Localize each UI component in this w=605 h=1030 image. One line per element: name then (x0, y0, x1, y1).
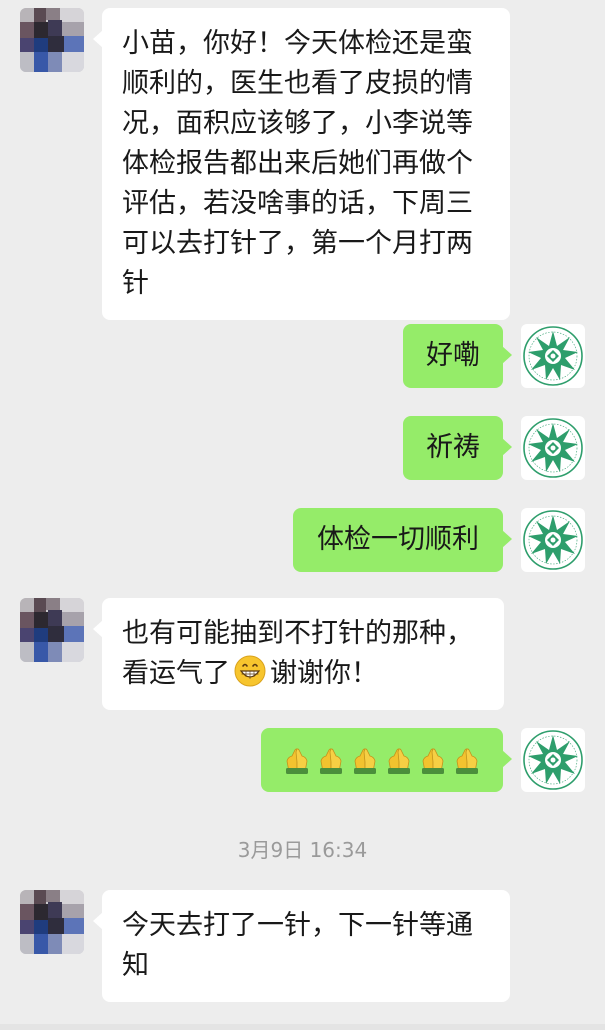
contact-avatar-icon[interactable] (20, 890, 84, 954)
message-row-outgoing (0, 728, 605, 792)
message-text: 好嘞 (426, 340, 480, 371)
pray-icon (353, 748, 377, 774)
pray-icon (455, 748, 479, 774)
incoming-message-bubble[interactable]: 也有可能抽到不打针的那种，看运气了 谢谢你！ (93, 598, 504, 710)
pray-icon (421, 748, 445, 774)
my-avatar-icon[interactable] (521, 508, 585, 572)
emoji-sequence (282, 744, 482, 774)
outgoing-message-bubble[interactable] (261, 728, 512, 792)
chat-window: 小苗，你好！今天体检还是蛮顺利的，医生也看了皮损的情况，面积应该够了，小李说等体… (0, 0, 605, 1030)
message-row-outgoing: 好嘞 (0, 324, 605, 388)
contact-avatar-icon[interactable] (20, 8, 84, 72)
message-text: 谢谢你！ (270, 658, 378, 689)
message-row-outgoing: 祈祷 (0, 416, 605, 480)
contact-avatar-icon[interactable] (20, 598, 84, 662)
message-row-incoming: 也有可能抽到不打针的那种，看运气了 谢谢你！ (0, 598, 605, 710)
outgoing-message-bubble[interactable]: 祈祷 (403, 416, 512, 480)
outgoing-message-bubble[interactable]: 好嘞 (403, 324, 512, 388)
my-avatar-icon[interactable] (521, 416, 585, 480)
message-text: 小苗，你好！今天体检还是蛮顺利的，医生也看了皮损的情况，面积应该够了，小李说等体… (122, 28, 473, 299)
my-avatar-icon[interactable] (521, 728, 585, 792)
incoming-message-bubble[interactable]: 今天去打了一针，下一针等通知 (93, 890, 510, 1002)
message-row-incoming: 小苗，你好！今天体检还是蛮顺利的，医生也看了皮损的情况，面积应该够了，小李说等体… (0, 8, 605, 320)
pray-icon (387, 748, 411, 774)
my-avatar-icon[interactable] (521, 324, 585, 388)
incoming-message-bubble[interactable]: 小苗，你好！今天体检还是蛮顺利的，医生也看了皮损的情况，面积应该够了，小李说等体… (93, 8, 510, 320)
message-text: 今天去打了一针，下一针等通知 (122, 910, 473, 981)
outgoing-message-bubble[interactable]: 体检一切顺利 (293, 508, 512, 572)
input-bar-edge (0, 1024, 605, 1030)
grinning-face-icon (234, 655, 266, 687)
message-row-incoming: 今天去打了一针，下一针等通知 (0, 890, 605, 1002)
message-row-outgoing: 体检一切顺利 (0, 508, 605, 572)
message-text: 体检一切顺利 (317, 524, 479, 555)
message-timestamp: 3月9日 16:34 (237, 838, 368, 862)
message-text: 祈祷 (426, 432, 480, 463)
pray-icon (319, 748, 343, 774)
pray-icon (285, 748, 309, 774)
